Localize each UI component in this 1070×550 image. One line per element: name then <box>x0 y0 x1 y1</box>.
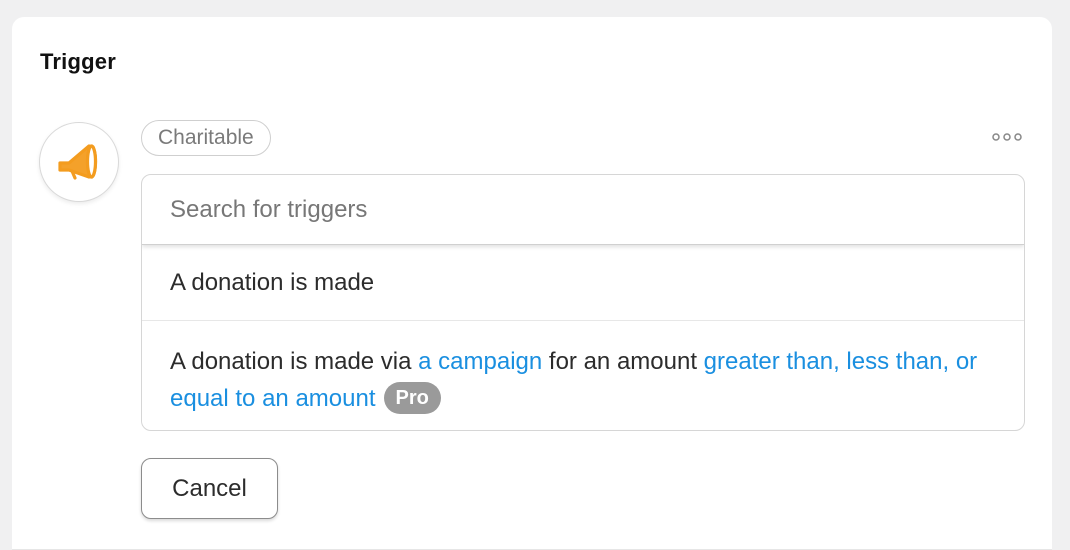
trigger-search-input[interactable] <box>142 175 1024 244</box>
integration-icon-container <box>39 122 119 202</box>
more-dots-icon <box>992 129 1022 147</box>
cancel-button[interactable]: Cancel <box>141 458 278 519</box>
trigger-option-text: A donation is made via <box>170 348 419 375</box>
trigger-option-donation-via-campaign[interactable]: A donation is made via a campaign for an… <box>142 321 1024 417</box>
panel-title: Trigger <box>40 49 116 74</box>
campaign-token: a campaign <box>418 348 543 375</box>
trigger-option-text: for an amount <box>542 348 704 375</box>
more-options-button[interactable] <box>990 127 1024 149</box>
integration-name-badge: Charitable <box>141 120 271 156</box>
pro-badge: Pro <box>383 381 441 414</box>
search-row <box>142 175 1024 245</box>
trigger-option-label: A donation is made <box>170 268 375 296</box>
trigger-panel: Trigger Charitable Search for triggers A… <box>12 17 1052 550</box>
megaphone-icon <box>55 140 103 185</box>
trigger-dropdown: A donation is made A donation is made vi… <box>141 174 1025 431</box>
trigger-option-donation-made[interactable]: A donation is made <box>142 245 1024 321</box>
